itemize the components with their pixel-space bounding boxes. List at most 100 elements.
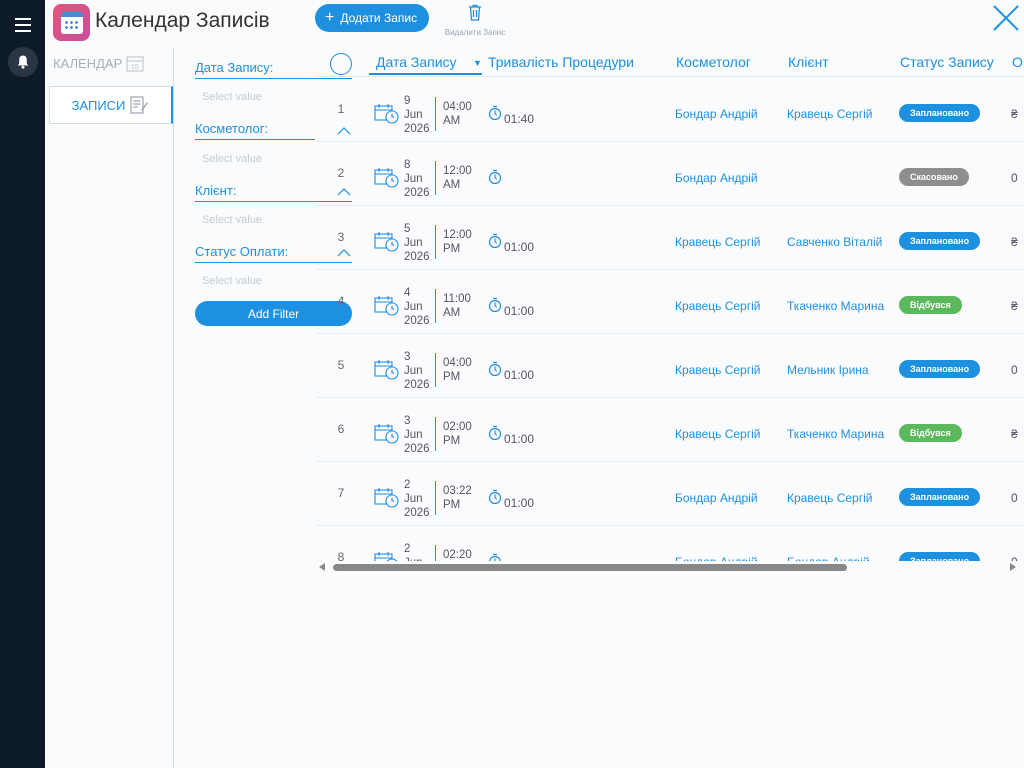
client-link[interactable]: Ткаченко Марина [787,299,884,313]
cosmetologist-link[interactable]: Кравець Сергій [675,299,760,313]
column-header-duration[interactable]: Тривалість Процедури [488,54,634,70]
record-time-ampm: PM [443,499,461,511]
record-year: 2026 [404,443,430,455]
record-time-value: 12:00 [443,165,472,177]
table-row[interactable]: 2 8 Jun 2026 12:00 AM Бондар Андрій Скасовано 0 [316,142,1024,206]
table-row[interactable]: 7 2 Jun 2026 03:22 PM 01:00 Бондар Андрій Кравец… [316,462,1024,526]
table-row[interactable]: 1 9 Jun 2026 04:00 AM 01:40 Бондар Андрій Кравец… [316,78,1024,142]
payment-value: 0 [1011,171,1018,185]
table-row[interactable]: 3 5 Jun 2026 12:00 PM 01:00 Кравець Сергій Савче… [316,206,1024,270]
procedure-duration: 01:00 [504,304,535,318]
close-icon[interactable] [992,4,1020,32]
record-month: Jun [404,493,423,505]
table-row[interactable]: 82Jun202602:20PM01:00Бондар АндрійБондар… [316,526,1024,561]
scroll-left-arrow-icon[interactable] [319,563,325,571]
column-header-payment[interactable]: О [1012,54,1023,70]
cosmetologist-link[interactable]: Кравець Сергій [675,427,760,441]
page-title: Календар Записів [95,9,270,32]
record-time-value: 04:00 [443,101,472,113]
column-header-date[interactable]: Дата Запису ▼ [369,54,482,75]
timer-icon [488,105,502,121]
header-divider [316,76,1024,77]
cosmetologist-link[interactable]: Кравець Сергій [675,363,760,377]
record-time: 02:00 PM [443,420,477,448]
filter-client-placeholder[interactable]: Select value [202,214,262,226]
row-number: 6 [337,422,345,436]
calendar-clock-icon [374,422,400,444]
client-link[interactable]: Савченко Віталій [787,235,882,249]
record-time-ampm: PM [443,371,461,383]
date-time-divider [435,161,436,195]
calendar-clock-icon [374,358,400,380]
row-number: 1 [337,102,345,116]
scrollbar-thumb[interactable] [333,564,847,571]
cosmetologist-link[interactable]: Бондар Андрій [675,107,758,121]
row-number: 4 [337,294,345,308]
filter-payment-placeholder[interactable]: Select value [202,275,262,287]
notification-bell-icon[interactable] [8,47,38,77]
date-time-divider [435,417,436,451]
cosmetologist-link[interactable]: Бондар Андрій [675,491,758,505]
row-number: 5 [337,358,345,372]
scroll-right-arrow-icon[interactable] [1010,563,1016,571]
status-badge: Заплановано [899,232,981,250]
add-record-label: Додати Запис [340,11,418,25]
timer-icon [488,169,502,185]
column-header-client[interactable]: Клієнт [788,54,829,70]
column-header-date-label: Дата Запису [376,54,457,70]
record-date: 3 Jun 2026 [404,350,430,392]
menu-icon[interactable] [15,18,31,32]
horizontal-scrollbar[interactable] [316,561,1024,573]
record-time: 12:00 PM [443,228,477,256]
delete-record-button[interactable]: Видалити Запис [440,4,510,37]
filter-cosmetologist[interactable]: Косметолог: [195,121,315,140]
client-link[interactable]: Кравець Сергій [787,107,872,121]
record-time: 02:20PM [443,548,477,561]
calendar-clock-icon [374,166,400,188]
date-time-divider [435,481,436,515]
table-row[interactable]: 6 3 Jun 2026 02:00 PM 01:00 Кравець Сергій Ткаче… [316,398,1024,462]
procedure-duration: 01:40 [504,112,535,126]
procedure-duration: 01:00 [504,496,535,510]
record-time: 12:00 AM [443,164,477,192]
procedure-duration: 01:00 [504,368,535,382]
record-month: Jun [404,237,423,249]
svg-text:15: 15 [131,64,139,71]
cosmetologist-link[interactable]: Бондар Андрій [675,171,758,185]
date-time-divider [435,353,436,387]
records-table: 1 9 Jun 2026 04:00 AM 01:40 Бондар Андрій Кравец… [316,78,1024,561]
sidebar-divider [173,48,174,768]
delete-record-label: Видалити Запис [444,28,506,37]
column-header-status[interactable]: Статус Запису [900,54,994,70]
filter-cosmetologist-placeholder[interactable]: Select value [202,153,262,165]
payment-value: 0 [1011,491,1018,505]
record-time: 03:22 PM [443,484,477,512]
status-badge: Заплановано [899,552,981,561]
row-number: 8 [337,550,345,561]
client-link[interactable]: Ткаченко Марина [787,427,884,441]
filter-date-placeholder[interactable]: Select value [202,91,262,103]
status-badge: Заплановано [899,488,981,506]
date-time-divider [435,545,436,561]
nav-item-calendar[interactable]: КАЛЕНДАР 15 [53,54,144,72]
calendar-clock-icon [374,550,400,561]
record-time: 04:00 AM [443,100,477,128]
record-date: 3 Jun 2026 [404,414,430,456]
calendar-app-icon [53,4,90,41]
status-badge: Скасовано [899,168,969,186]
sort-desc-icon[interactable]: ▼ [473,58,482,68]
client-link[interactable]: Кравець Сергій [787,491,872,505]
calendar-clock-icon [374,294,400,316]
client-link[interactable]: Мельник Ірина [787,363,869,377]
add-record-button[interactable]: + Додати Запис [315,4,430,32]
table-row[interactable]: 4 4 Jun 2026 11:00 AM 01:00 Кравець Сергій Ткаче… [316,270,1024,334]
table-row[interactable]: 5 3 Jun 2026 04:00 PM 01:00 Кравець Сергій Мельн… [316,334,1024,398]
column-header-cosmetologist[interactable]: Косметолог [676,54,751,70]
cosmetologist-link[interactable]: Кравець Сергій [675,235,760,249]
nav-item-records[interactable]: ЗАПИСИ [49,86,173,124]
select-all-toggle-icon[interactable] [330,53,352,75]
record-time-value: 12:00 [443,229,472,241]
status-badge: Заплановано [899,360,981,378]
record-day: 3 [404,351,411,363]
status-badge: Відбувся [899,424,962,442]
